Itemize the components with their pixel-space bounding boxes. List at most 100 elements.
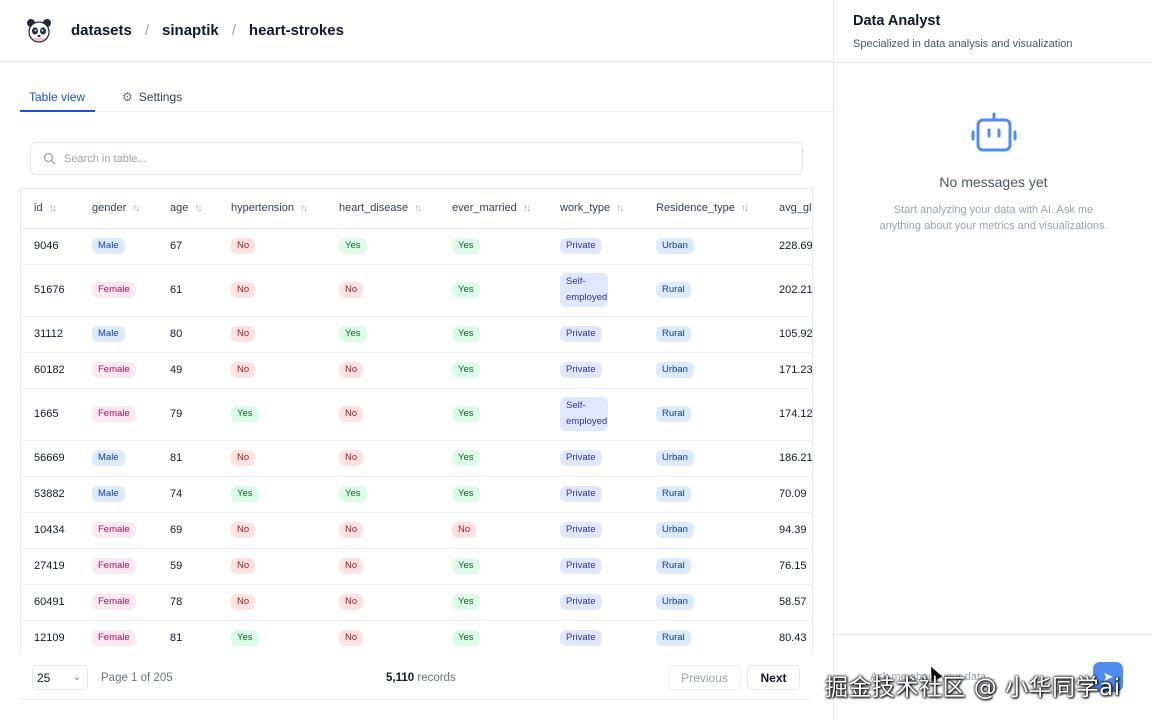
sort-icon[interactable]: ↑↓ (616, 203, 624, 214)
table-row[interactable]: 27419 Female 59 No No Yes Private Rural 76.15 (21, 548, 812, 585)
next-button[interactable]: Next (747, 665, 800, 690)
table-row[interactable]: 51676 Female 61 No No Yes Self-employed Rural 20… (21, 264, 812, 317)
table-row[interactable]: 56669 Male 81 No No Yes Private Urban 186.21 (21, 440, 812, 477)
cell-value: 78 (170, 596, 183, 608)
value-badge: Private (560, 594, 602, 610)
sort-icon[interactable]: ↑↓ (194, 203, 202, 214)
cell-value: 70.09 (779, 488, 807, 500)
column-header[interactable]: ever_married ↑↓ (439, 189, 547, 229)
value-badge: No (339, 406, 364, 422)
column-header[interactable]: hypertension ↑↓ (218, 189, 326, 229)
table-cell: No (439, 512, 547, 549)
search-icon (43, 152, 56, 165)
column-header-label: hypertension (231, 202, 294, 215)
table-cell: 105.92 (766, 316, 812, 353)
sort-icon[interactable]: ↑↓ (49, 203, 57, 214)
table-cell: Male (79, 316, 157, 353)
table-cell: Private (547, 584, 643, 621)
breadcrumb-org[interactable]: sinaptik (162, 22, 219, 39)
sort-icon[interactable]: ↑↓ (523, 203, 531, 214)
table-row[interactable]: 31112 Male 80 No Yes Yes Private Rural 105.92 (21, 316, 812, 353)
cell-value: 171.23 (779, 364, 813, 376)
robot-icon (970, 112, 1018, 154)
value-badge: Private (560, 522, 602, 538)
tab-table-view[interactable]: Table view (20, 82, 95, 112)
data-table: id ↑↓ gender ↑↓ age ↑↓ hypertension ↑↓ heart_dis… (21, 189, 813, 655)
table-cell: Male (79, 440, 157, 477)
table-row[interactable]: 60182 Female 49 No No Yes Private Urban 171.23 (21, 352, 813, 389)
table-cell: Female (79, 584, 157, 621)
table-row[interactable]: 9046 Male 67 No Yes Yes Private Urban 228.69 (21, 228, 812, 265)
sort-icon[interactable]: ↑↓ (300, 203, 308, 214)
previous-button[interactable]: Previous (668, 665, 741, 690)
page-size-select[interactable]: 25 ⌄ (32, 665, 88, 690)
search-input[interactable] (64, 152, 764, 165)
table-cell: Self-employed (547, 388, 643, 441)
table-cell: Rural (643, 388, 766, 441)
column-header[interactable]: gender ↑↓ (79, 189, 157, 229)
value-badge: Yes (452, 406, 480, 422)
column-header[interactable]: Residence_type ↑↓ (643, 189, 766, 229)
value-badge: Yes (339, 486, 367, 502)
value-badge: Rural (656, 558, 691, 574)
value-badge: Rural (656, 282, 691, 298)
value-badge: Yes (452, 450, 480, 466)
value-badge: Female (92, 594, 136, 610)
table-cell: 171.23 (766, 352, 813, 389)
table-cell: Private (547, 316, 643, 353)
table-row[interactable]: 60491 Female 78 No No Yes Private Urban 58.57 (21, 584, 812, 621)
value-badge: No (339, 362, 364, 378)
table-cell: Rural (643, 316, 766, 353)
column-header[interactable]: avg_gl (766, 189, 812, 229)
value-badge: No (231, 282, 256, 298)
table-row[interactable]: 12109 Female 81 Yes No Yes Private Rural 80.43 (21, 620, 812, 655)
tab-settings[interactable]: ⚙ Settings (113, 82, 191, 112)
value-badge: Urban (656, 238, 694, 254)
cell-value: 74 (170, 488, 183, 500)
sort-icon[interactable]: ↑↓ (414, 203, 422, 214)
table-cell: 69 (157, 512, 218, 549)
value-badge: No (339, 594, 364, 610)
breadcrumb-separator: / (231, 22, 236, 39)
top-bar: datasets / sinaptik / heart-strokes (0, 0, 833, 62)
breadcrumb: datasets / sinaptik / heart-strokes (71, 22, 344, 39)
value-badge: Yes (452, 238, 480, 254)
column-header[interactable]: age ↑↓ (157, 189, 218, 229)
table-cell: Female (79, 548, 157, 585)
chevron-down-icon: ⌄ (72, 672, 81, 683)
sort-icon[interactable]: ↑↓ (132, 203, 140, 214)
table-cell: No (326, 584, 439, 621)
value-badge: Rural (656, 406, 691, 422)
table-cell: No (326, 388, 439, 441)
value-badge: Urban (656, 362, 694, 378)
table-cell: Male (79, 228, 157, 265)
cell-value: 51676 (34, 284, 65, 296)
value-badge: Yes (452, 362, 480, 378)
column-header[interactable]: work_type ↑↓ (547, 189, 643, 229)
column-header[interactable]: id ↑↓ (21, 189, 79, 229)
table-cell: Urban (643, 512, 766, 549)
table-row[interactable]: 10434 Female 69 No No No Private Urban 94.39 (21, 512, 812, 549)
table-cell: 81 (157, 620, 218, 655)
table-cell: Private (547, 548, 643, 585)
tab-label: Settings (138, 90, 183, 104)
table-header-row: id ↑↓ gender ↑↓ age ↑↓ hypertension ↑↓ heart_dis… (21, 189, 812, 229)
table-cell: Yes (439, 476, 547, 513)
table-row[interactable]: 1665 Female 79 Yes No Yes Self-employed Rural 17… (21, 388, 812, 441)
table-cell: Male (79, 476, 157, 513)
table-cell: 174.12 (766, 388, 812, 441)
table-cell: Private (547, 620, 643, 655)
breadcrumb-dataset[interactable]: heart-strokes (249, 22, 344, 39)
sort-icon[interactable]: ↑↓ (741, 203, 749, 214)
value-badge: Urban (656, 522, 694, 538)
cell-value: 67 (170, 240, 183, 252)
breadcrumb-datasets[interactable]: datasets (71, 22, 132, 39)
value-badge: Private (560, 326, 602, 342)
table-row[interactable]: 53882 Male 74 Yes Yes Yes Private Rural 70.09 (21, 476, 812, 513)
view-tabs: Table view ⚙ Settings (20, 82, 833, 112)
column-header[interactable]: heart_disease ↑↓ (326, 189, 439, 229)
column-header-label: work_type (560, 202, 611, 215)
value-badge: Urban (656, 594, 694, 610)
column-header-label: heart_disease (339, 202, 409, 215)
records-number: 5,110 (386, 671, 415, 684)
